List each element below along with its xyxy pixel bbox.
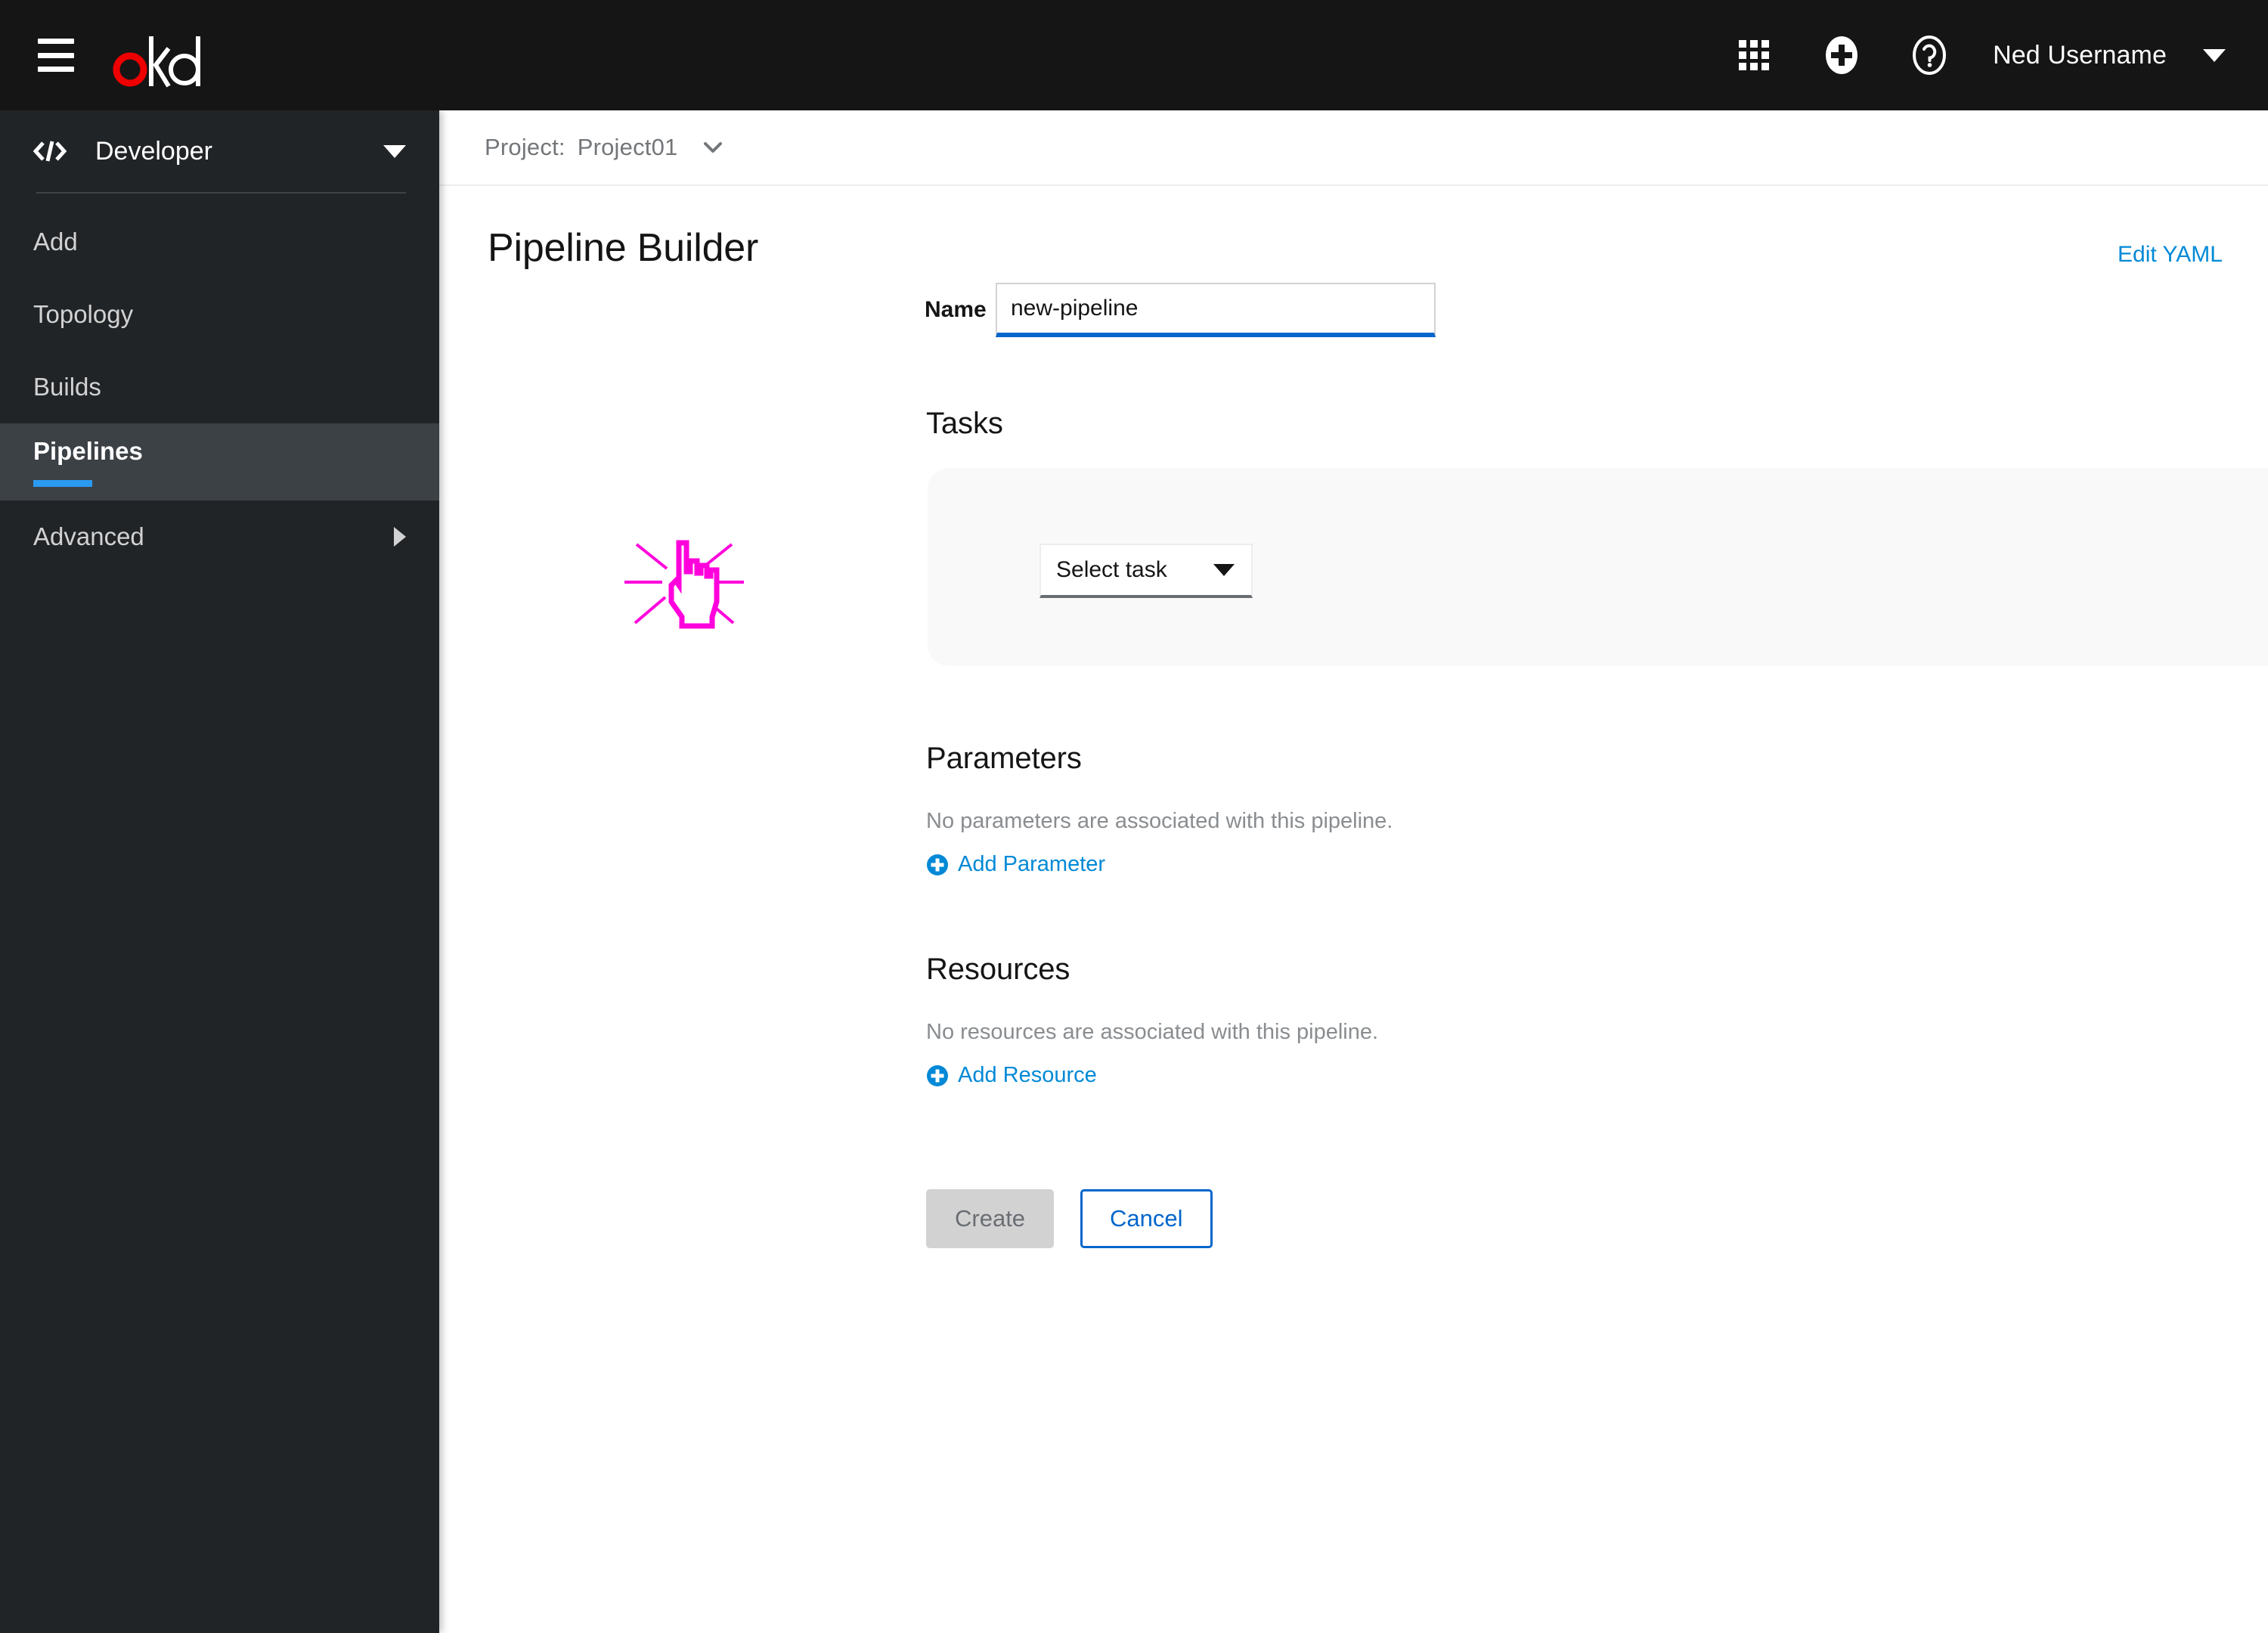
sidebar-item-label: Topology xyxy=(33,300,134,328)
active-indicator xyxy=(33,480,92,487)
caret-down-icon xyxy=(383,144,406,158)
page-header: Pipeline Builder Edit YAML xyxy=(439,187,2268,271)
code-glyph xyxy=(33,141,67,162)
cancel-button[interactable]: Cancel xyxy=(1080,1189,1213,1248)
caret-down-icon xyxy=(1213,564,1235,576)
page-title: Pipeline Builder xyxy=(488,226,759,270)
grid-apps-glyph xyxy=(1739,40,1770,70)
name-input[interactable] xyxy=(996,283,1436,337)
name-field-label: Name xyxy=(925,297,987,322)
chevron-down-icon[interactable] xyxy=(703,138,723,157)
chevron-down-glyph xyxy=(704,142,723,153)
sidebar-item-label: Pipelines xyxy=(33,437,143,465)
sidebar-item-pipelines[interactable]: Pipelines xyxy=(0,423,439,500)
project-name: Project01 xyxy=(577,134,678,160)
resources-section-title: Resources xyxy=(926,953,1070,986)
hamburger-icon[interactable] xyxy=(38,39,74,72)
question-circle-glyph xyxy=(1913,36,1947,75)
sidebar: Developer Add Topology Builds Pipelines … xyxy=(0,110,439,1633)
add-resource-button[interactable]: Add Resource xyxy=(926,1063,1097,1088)
plus-circle-glyph xyxy=(927,1064,948,1086)
parameters-empty-text: No parameters are associated with this p… xyxy=(926,809,1393,833)
okd-logo[interactable] xyxy=(112,21,209,89)
sidebar-item-label: Builds xyxy=(33,373,101,401)
masthead: Ned Username xyxy=(0,0,2268,110)
plus-circle-icon xyxy=(926,1064,949,1087)
sidebar-item-topology[interactable]: Topology xyxy=(0,278,439,351)
form-actions: Create Cancel xyxy=(926,1189,2268,1248)
grid-apps-icon[interactable] xyxy=(1722,23,1786,87)
chevron-right-icon xyxy=(394,527,406,547)
sidebar-item-add[interactable]: Add xyxy=(0,206,439,278)
plus-circle-icon[interactable] xyxy=(1810,23,1873,87)
create-button[interactable]: Create xyxy=(926,1189,1055,1248)
sidebar-nav: Add Topology Builds Pipelines Advanced xyxy=(0,206,439,573)
sidebar-item-builds[interactable]: Builds xyxy=(0,351,439,423)
add-resource-label: Add Resource xyxy=(958,1063,1097,1087)
plus-circle-icon xyxy=(926,854,949,876)
masthead-tools: Ned Username xyxy=(1722,23,2226,87)
plus-circle-glyph xyxy=(927,854,948,875)
perspective-switcher[interactable]: Developer xyxy=(0,110,439,192)
tasks-section-title: Tasks xyxy=(926,407,1003,440)
user-menu[interactable]: Ned Username xyxy=(1993,41,2226,70)
add-parameter-label: Add Parameter xyxy=(958,852,1106,876)
sidebar-item-label: Advanced xyxy=(33,522,144,550)
plus-circle-glyph xyxy=(1826,36,1858,74)
project-label: Project: xyxy=(485,134,565,160)
username-label: Ned Username xyxy=(1993,40,2167,70)
parameters-section-title: Parameters xyxy=(926,742,1082,775)
add-parameter-button[interactable]: Add Parameter xyxy=(926,852,1105,877)
tasks-panel: Select task xyxy=(928,468,2268,666)
perspective-label: Developer xyxy=(95,136,212,166)
sidebar-item-advanced[interactable]: Advanced xyxy=(0,500,439,573)
select-task-label: Select task xyxy=(1056,557,1167,582)
main-content: Pipeline Builder Edit YAML Name Tasks Se… xyxy=(439,187,2268,1633)
code-icon xyxy=(33,139,67,163)
project-bar: Project: Project01 xyxy=(439,110,2268,186)
question-circle-icon[interactable] xyxy=(1898,23,1961,87)
caret-down-icon xyxy=(2203,48,2226,62)
edit-yaml-link[interactable]: Edit YAML xyxy=(2118,242,2223,268)
sidebar-item-label: Add xyxy=(33,228,78,256)
sidebar-divider xyxy=(36,192,406,194)
select-task-dropdown[interactable]: Select task xyxy=(1040,544,1253,598)
okd-logo-mark xyxy=(113,36,200,88)
resources-empty-text: No resources are associated with this pi… xyxy=(926,1020,1379,1044)
